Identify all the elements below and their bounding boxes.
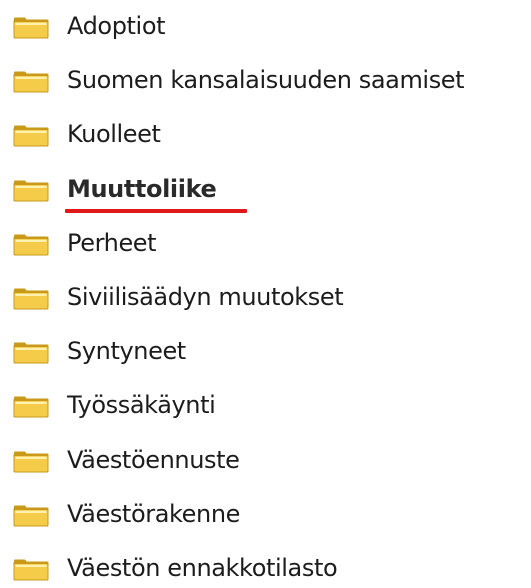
folder-label: Siviilisäädyn muutokset	[67, 283, 344, 311]
folder-icon	[13, 17, 49, 39]
folder-label: Väestön ennakkotilasto	[67, 554, 338, 582]
folder-icon	[13, 505, 49, 527]
folder-item-adoptiot[interactable]: Adoptiot	[0, 6, 531, 46]
folder-label: Väestörakenne	[67, 499, 240, 528]
folder-icon	[13, 125, 49, 147]
folder-item-tyossakaynti[interactable]: Työssäkäynti	[0, 385, 531, 425]
folder-label: Syntyneet	[67, 337, 186, 366]
folder-item-vaeston-ennakkotilasto[interactable]: Väestön ennakkotilasto	[0, 548, 531, 588]
folder-icon	[13, 288, 49, 310]
folder-label: Perheet	[67, 228, 157, 257]
folder-icon	[13, 396, 49, 418]
folder-item-kuolleet[interactable]: Kuolleet	[0, 114, 531, 154]
folder-label: Työssäkäynti	[67, 391, 216, 420]
folder-icon	[13, 559, 49, 581]
folder-icon	[13, 71, 49, 93]
folder-item-muuttoliike[interactable]: Muuttoliike	[0, 169, 531, 209]
folder-icon	[13, 180, 49, 202]
folder-label: Adoptiot	[67, 12, 166, 40]
folder-label: Suomen kansalaisuuden saamiset	[67, 66, 465, 95]
folder-icon	[13, 342, 49, 364]
active-item-underline	[65, 209, 247, 213]
folder-item-vaestoennuste[interactable]: Väestöennuste	[0, 440, 531, 480]
folder-label: Kuolleet	[67, 120, 161, 149]
folder-item-siviilisaadyn-muutokset[interactable]: Siviilisäädyn muutokset	[0, 277, 531, 317]
folder-list: Adoptiot Suomen kansalaisuuden saamiset …	[0, 0, 531, 582]
folder-label: Muuttoliike	[67, 174, 217, 203]
folder-item-perheet[interactable]: Perheet	[0, 223, 531, 263]
folder-label: Väestöennuste	[67, 445, 240, 474]
folder-item-suomen-kansalaisuuden-saamiset[interactable]: Suomen kansalaisuuden saamiset	[0, 60, 531, 100]
folder-item-syntyneet[interactable]: Syntyneet	[0, 331, 531, 371]
folder-icon	[13, 234, 49, 256]
folder-icon	[13, 451, 49, 473]
folder-item-vaestorakenne[interactable]: Väestörakenne	[0, 494, 531, 534]
